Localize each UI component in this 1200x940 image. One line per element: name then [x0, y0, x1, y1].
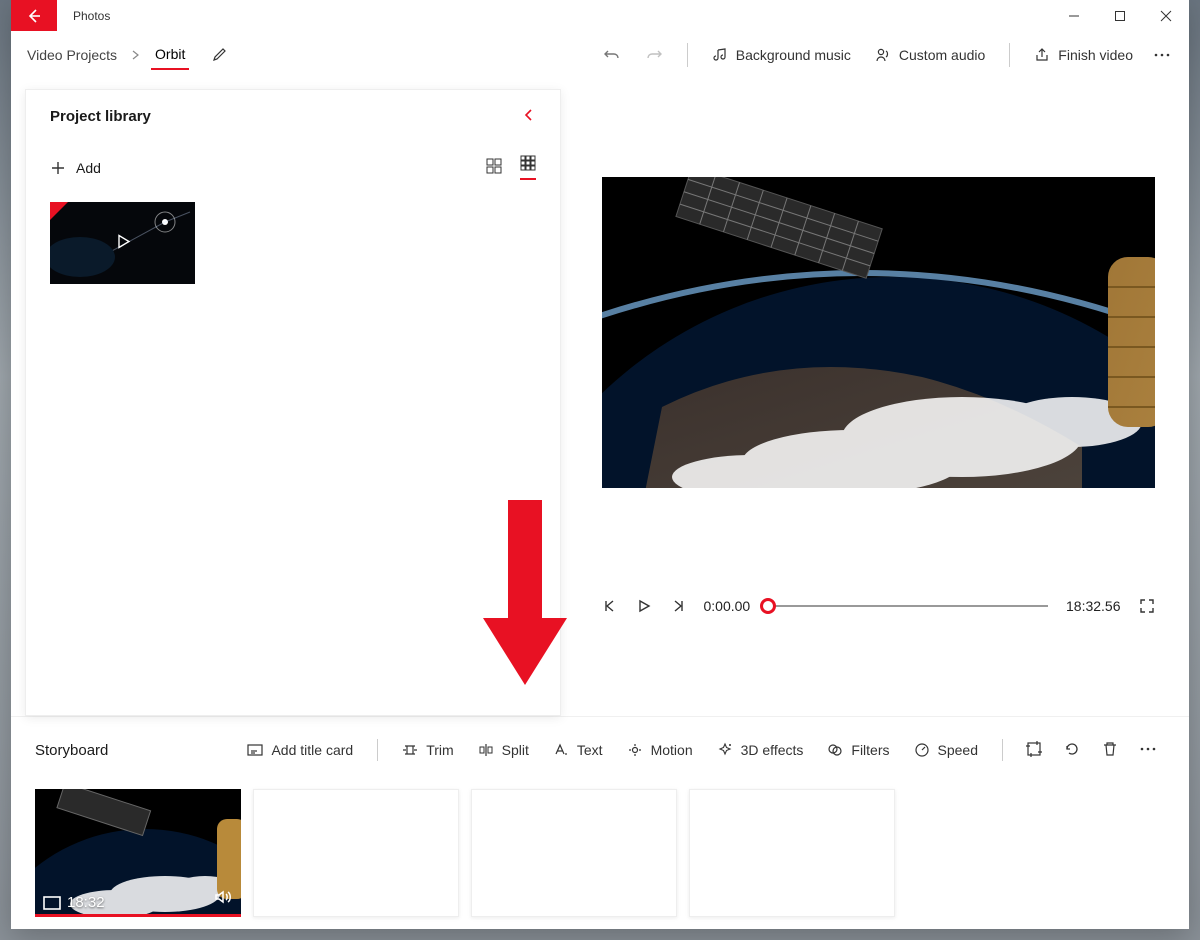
breadcrumb-root[interactable]: Video Projects: [23, 41, 121, 69]
fullscreen-button[interactable]: [1139, 598, 1155, 614]
motion-label: Motion: [651, 742, 693, 758]
split-label: Split: [502, 742, 529, 758]
separator: [687, 43, 688, 67]
close-button[interactable]: [1143, 0, 1189, 31]
add-title-card-button[interactable]: Add title card: [237, 736, 363, 764]
filters-label: Filters: [851, 742, 889, 758]
grid-large-icon: [486, 158, 502, 174]
custom-audio-label: Custom audio: [899, 47, 985, 63]
text-icon: [553, 742, 569, 758]
storyboard-empty-slot[interactable]: [689, 789, 895, 917]
motion-icon: [627, 742, 643, 758]
storyboard-section: Storyboard Add title card Trim Split Tex…: [11, 716, 1189, 929]
storyboard-clip[interactable]: 18:32: [35, 789, 241, 917]
finish-video-button[interactable]: Finish video: [1024, 41, 1143, 69]
split-icon: [478, 742, 494, 758]
rename-button[interactable]: [211, 47, 227, 63]
view-large-button[interactable]: [486, 158, 502, 177]
previous-frame-button[interactable]: [602, 598, 618, 614]
crop-icon: [1025, 740, 1043, 758]
library-clip-thumbnail[interactable]: [50, 202, 195, 284]
total-time: 18:32.56: [1066, 598, 1121, 614]
back-button[interactable]: [11, 0, 57, 31]
motion-button[interactable]: Motion: [617, 736, 703, 764]
filters-icon: [827, 742, 843, 758]
separator: [1009, 43, 1010, 67]
resize-button[interactable]: [1017, 734, 1051, 767]
clip-selection-indicator: [35, 914, 241, 917]
clip-sound-icon: [213, 888, 231, 909]
trim-icon: [402, 742, 418, 758]
rotate-button[interactable]: [1055, 734, 1089, 767]
add-label: Add: [76, 160, 101, 176]
clip-duration: 18:32: [43, 894, 105, 911]
player-controls: 0:00.00 18:32.56: [602, 598, 1155, 614]
seek-bar[interactable]: [768, 598, 1048, 614]
view-small-button[interactable]: [520, 155, 536, 180]
background-music-label: Background music: [736, 47, 851, 63]
speed-button[interactable]: Speed: [904, 736, 988, 764]
storyboard-more-button[interactable]: [1131, 734, 1165, 767]
undo-button[interactable]: [593, 40, 631, 70]
text-button[interactable]: Text: [543, 736, 613, 764]
sparkle-icon: [717, 742, 733, 758]
more-icon: [1139, 740, 1157, 758]
title-bar: Photos: [11, 0, 1189, 31]
video-indicator-icon: [50, 202, 68, 220]
storyboard-title: Storyboard: [35, 742, 108, 759]
music-icon: [712, 47, 728, 63]
preview-panel: 0:00.00 18:32.56: [581, 89, 1175, 716]
filters-button[interactable]: Filters: [817, 736, 899, 764]
play-button[interactable]: [636, 598, 652, 614]
3d-effects-button[interactable]: 3D effects: [707, 736, 814, 764]
rotate-icon: [1063, 740, 1081, 758]
person-audio-icon: [875, 47, 891, 63]
trim-button[interactable]: Trim: [392, 736, 463, 764]
trash-icon: [1101, 740, 1119, 758]
play-overlay-icon: [114, 233, 132, 254]
split-button[interactable]: Split: [468, 736, 539, 764]
breadcrumb-current[interactable]: Orbit: [151, 40, 189, 70]
chevron-right-icon: [131, 47, 141, 63]
trim-label: Trim: [426, 742, 453, 758]
app-title: Photos: [57, 0, 126, 31]
project-library-panel: Project library Add: [25, 89, 561, 716]
delete-button[interactable]: [1093, 734, 1127, 767]
command-bar: Video Projects Orbit Background music Cu…: [11, 31, 1189, 79]
grid-small-icon: [520, 155, 536, 171]
3d-effects-label: 3D effects: [741, 742, 804, 758]
export-icon: [1034, 47, 1050, 63]
speed-label: Speed: [938, 742, 978, 758]
next-frame-button[interactable]: [670, 598, 686, 614]
storyboard-empty-slot[interactable]: [471, 789, 677, 917]
separator: [1002, 739, 1003, 761]
maximize-button[interactable]: [1097, 0, 1143, 31]
aspect-icon: [43, 896, 61, 910]
preview-video[interactable]: [602, 177, 1155, 488]
chevron-left-icon: [522, 108, 536, 122]
more-button[interactable]: [1147, 40, 1177, 70]
more-icon: [1153, 46, 1171, 64]
custom-audio-button[interactable]: Custom audio: [865, 41, 995, 69]
separator: [377, 739, 378, 761]
plus-icon: [50, 160, 66, 176]
collapse-library-button[interactable]: [522, 108, 536, 125]
add-media-button[interactable]: Add: [50, 160, 101, 176]
storyboard-clips: 18:32: [35, 789, 1165, 917]
background-music-button[interactable]: Background music: [702, 41, 861, 69]
clip-duration-value: 18:32: [67, 894, 105, 911]
speed-icon: [914, 742, 930, 758]
minimize-button[interactable]: [1051, 0, 1097, 31]
redo-button[interactable]: [635, 40, 673, 70]
main-area: Project library Add: [11, 79, 1189, 716]
seek-thumb[interactable]: [760, 598, 776, 614]
storyboard-empty-slot[interactable]: [253, 789, 459, 917]
app-window: Photos Video Projects Orbit Ba: [11, 0, 1189, 929]
add-title-card-label: Add title card: [271, 742, 353, 758]
current-time: 0:00.00: [704, 598, 751, 614]
finish-video-label: Finish video: [1058, 47, 1133, 63]
project-library-title: Project library: [50, 108, 522, 125]
text-label: Text: [577, 742, 603, 758]
title-card-icon: [247, 742, 263, 758]
